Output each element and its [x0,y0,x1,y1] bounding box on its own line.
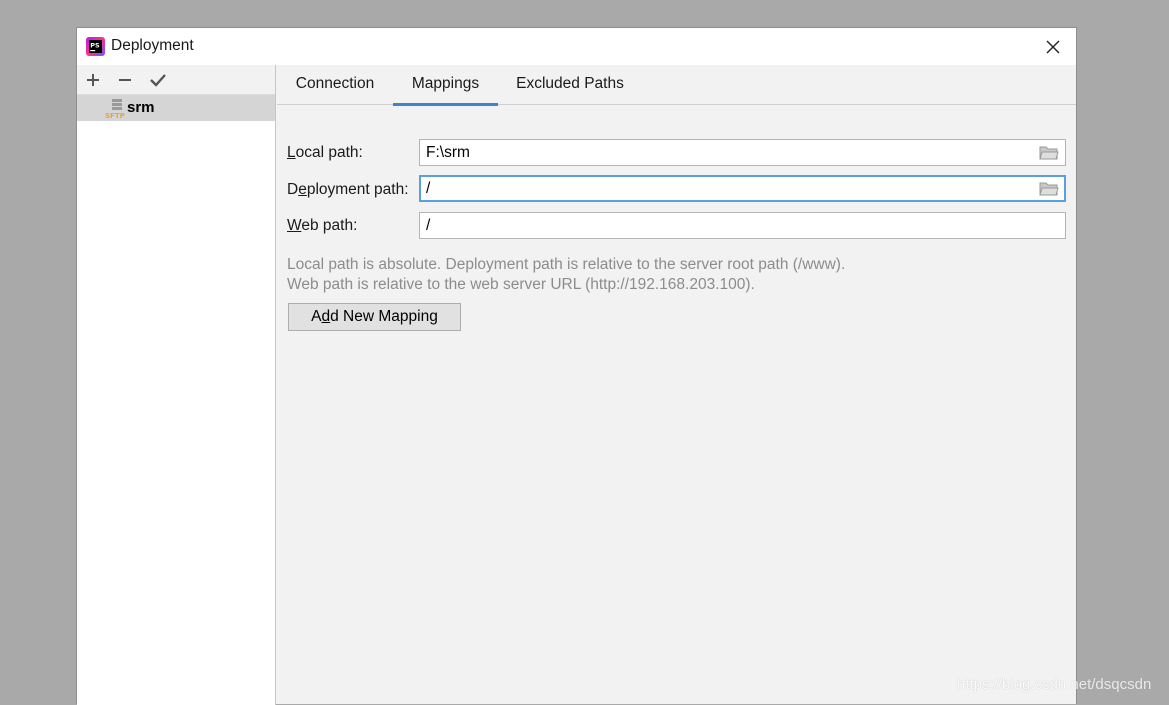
deployment-path-label: Deployment path: [287,181,409,198]
phpstorm-logo-icon: PS [86,37,105,56]
sftp-server-icon: SFTP [105,99,125,120]
local-path-label: Local path: [287,144,363,161]
deployment-path-input[interactable]: / [419,175,1066,202]
server-list-panel: SFTP srm [77,65,276,705]
hint-text-line1: Local path is absolute. Deployment path … [287,256,846,273]
server-list-toolbar [77,65,275,95]
watermark: https://blog.csdn.net/dsqcsdn [957,676,1152,693]
web-path-label: Web path: [287,217,358,234]
svg-text:SFTP: SFTP [105,112,125,120]
hint-text-line2: Web path is relative to the web server U… [287,276,755,293]
local-path-value: F:\srm [426,144,470,161]
tab-excluded-paths[interactable]: Excluded Paths [513,65,627,105]
tab-mappings[interactable]: Mappings [393,65,498,106]
web-path-input[interactable]: / [419,212,1066,239]
add-new-mapping-button[interactable]: Add New Mapping [288,303,461,331]
deployment-path-value: / [426,180,431,197]
checkmark-icon[interactable] [148,70,168,90]
window-title: Deployment [111,37,194,54]
web-path-value: / [426,217,431,234]
minus-icon[interactable] [115,70,135,90]
close-icon[interactable] [1042,36,1064,58]
title-bar: PS Deployment [77,28,1076,65]
local-path-input[interactable]: F:\srm [419,139,1066,166]
folder-icon[interactable] [1039,182,1059,196]
mappings-panel: Connection Mappings Excluded Paths Local… [277,65,1076,705]
plus-icon[interactable] [83,70,103,90]
folder-icon[interactable] [1039,146,1059,160]
svg-text:PS: PS [90,42,100,50]
tab-bar: Connection Mappings Excluded Paths [277,65,1076,106]
server-name: srm [127,99,155,116]
tab-connection[interactable]: Connection [292,65,378,105]
deployment-dialog: PS Deployment SFTP srm Connection Mappin… [76,27,1077,705]
server-list-item-srm[interactable]: SFTP srm [77,95,275,121]
